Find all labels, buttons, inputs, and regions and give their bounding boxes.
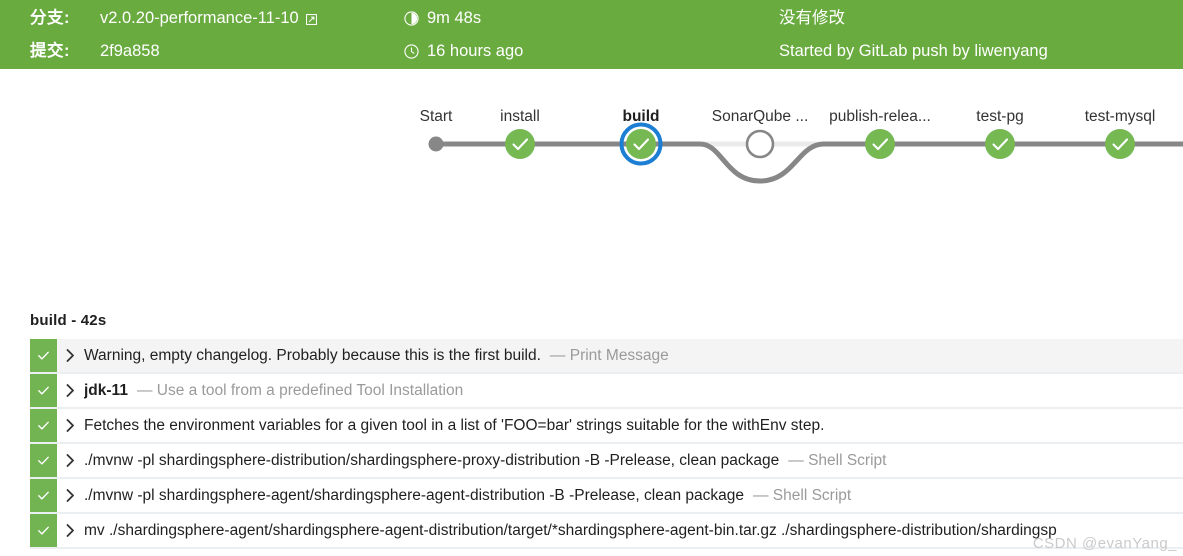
step-label: jdk-11 — Use a tool from a predefined Too… bbox=[84, 374, 1183, 407]
step-status-success bbox=[30, 444, 57, 477]
steps-list: Warning, empty changelog. Probably becau… bbox=[30, 339, 1183, 549]
step-label: mv ./shardingsphere-agent/shardingsphere… bbox=[84, 514, 1183, 547]
stage-label-build[interactable]: build bbox=[622, 108, 659, 126]
changes-value: 没有修改 bbox=[779, 9, 845, 27]
changes-row: 没有修改 bbox=[779, 9, 845, 27]
step-label: ./mvnw -pl shardingsphere-distribution/s… bbox=[84, 444, 1183, 477]
branch-label: 分支: bbox=[30, 9, 70, 27]
commit-label: 提交: bbox=[30, 42, 70, 60]
step-status-success bbox=[30, 479, 57, 512]
steps-section-title: build - 42s bbox=[30, 312, 107, 329]
stage-label-start[interactable]: Start bbox=[420, 108, 453, 126]
chevron-right-icon[interactable] bbox=[57, 349, 84, 362]
commit-row: 提交: 2f9a858 bbox=[30, 42, 160, 60]
clock-icon bbox=[404, 43, 419, 59]
stage-node-test-mysql bbox=[1105, 129, 1135, 159]
step-desc: — Print Message bbox=[549, 347, 669, 364]
stage-label-publish[interactable]: publish-relea... bbox=[829, 108, 931, 126]
stage-label-sonarqube[interactable]: SonarQube ... bbox=[712, 108, 809, 126]
step-main-text: ./mvnw -pl shardingsphere-agent/sharding… bbox=[84, 487, 744, 504]
chevron-right-icon[interactable] bbox=[57, 454, 84, 467]
cause-row: Started by GitLab push by liwenyang bbox=[779, 42, 1048, 60]
run-header: 分支: v2.0.20-performance-11-10 提交: 2f9a85… bbox=[0, 0, 1183, 69]
stage-node-install bbox=[505, 129, 535, 159]
step-desc: — Shell Script bbox=[752, 487, 852, 504]
stage-node-publish bbox=[865, 129, 895, 159]
stage-node-start bbox=[428, 136, 444, 152]
step-label: Warning, empty changelog. Probably becau… bbox=[84, 339, 1183, 372]
step-desc: — Use a tool from a predefined Tool Inst… bbox=[136, 382, 464, 399]
step-row[interactable]: jdk-11 — Use a tool from a predefined Too… bbox=[30, 374, 1183, 409]
chevron-right-icon[interactable] bbox=[57, 384, 84, 397]
external-link-icon[interactable] bbox=[305, 13, 317, 25]
step-row[interactable]: mv ./shardingsphere-agent/shardingsphere… bbox=[30, 514, 1183, 549]
step-main-text: Fetches the environment variables for a … bbox=[84, 417, 825, 434]
stage-node-build bbox=[626, 129, 656, 159]
pipeline-graph-svg bbox=[428, 122, 1183, 184]
step-main-text: mv ./shardingsphere-agent/shardingsphere… bbox=[84, 522, 1057, 539]
step-desc: — Shell Script bbox=[788, 452, 887, 469]
commit-value[interactable]: 2f9a858 bbox=[100, 42, 160, 60]
stage-label-test-mysql[interactable]: test-mysql bbox=[1085, 108, 1156, 126]
pipeline-graph: Start install build SonarQube ... publis… bbox=[0, 69, 1183, 289]
step-row[interactable]: Warning, empty changelog. Probably becau… bbox=[30, 339, 1183, 374]
stage-node-test-pg bbox=[985, 129, 1015, 159]
stage-label-install[interactable]: install bbox=[500, 108, 540, 126]
time-value: 16 hours ago bbox=[427, 42, 524, 60]
step-row[interactable]: ./mvnw -pl shardingsphere-agent/sharding… bbox=[30, 479, 1183, 514]
step-status-success bbox=[30, 514, 57, 547]
duration-value: 9m 48s bbox=[427, 9, 482, 27]
build-cause-value: Started by GitLab push by liwenyang bbox=[779, 42, 1048, 60]
pipeline-run-page: 分支: v2.0.20-performance-11-10 提交: 2f9a85… bbox=[0, 0, 1183, 556]
step-bold-prefix: jdk-11 bbox=[84, 382, 128, 399]
branch-link[interactable]: v2.0.20-performance-11-10 bbox=[100, 9, 299, 27]
step-label: ./mvnw -pl shardingsphere-agent/sharding… bbox=[84, 479, 1183, 512]
chevron-right-icon[interactable] bbox=[57, 419, 84, 432]
step-row[interactable]: Fetches the environment variables for a … bbox=[30, 409, 1183, 444]
step-label: Fetches the environment variables for a … bbox=[84, 409, 1183, 442]
chevron-right-icon[interactable] bbox=[57, 524, 84, 537]
step-main-text: Warning, empty changelog. Probably becau… bbox=[84, 347, 541, 364]
branch-row: 分支: v2.0.20-performance-11-10 bbox=[30, 9, 317, 27]
step-status-success bbox=[30, 409, 57, 442]
step-status-success bbox=[30, 374, 57, 407]
duration-icon bbox=[404, 10, 419, 26]
step-row[interactable]: ./mvnw -pl shardingsphere-distribution/s… bbox=[30, 444, 1183, 479]
stage-label-test-pg[interactable]: test-pg bbox=[976, 108, 1023, 126]
step-main-text: ./mvnw -pl shardingsphere-distribution/s… bbox=[84, 452, 780, 469]
stage-node-sonarqube bbox=[745, 129, 775, 159]
chevron-right-icon[interactable] bbox=[57, 489, 84, 502]
time-row: 16 hours ago bbox=[404, 42, 523, 60]
step-status-success bbox=[30, 339, 57, 372]
duration-row: 9m 48s bbox=[404, 9, 481, 27]
